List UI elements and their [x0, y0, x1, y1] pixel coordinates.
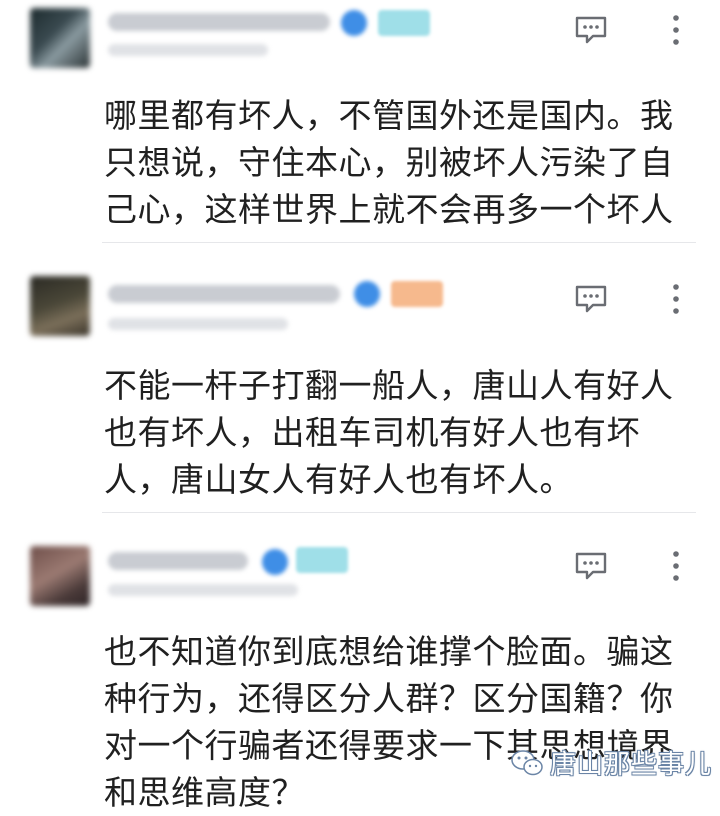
comment-reply-icon[interactable]	[574, 15, 608, 45]
timestamp-blurred	[108, 44, 268, 56]
comment-reply-icon[interactable]	[574, 284, 608, 314]
verified-badge-icon	[354, 281, 380, 307]
level-badge	[296, 547, 348, 573]
more-vertical-icon[interactable]	[666, 282, 686, 316]
timestamp-blurred	[108, 318, 288, 330]
comment-text: 不能一杆子打翻一船人，唐山人有好人也有坏人，出租车司机有好人也有坏人，唐山女人有…	[104, 366, 674, 499]
username-blurred[interactable]	[108, 13, 330, 31]
verified-badge-icon	[341, 10, 367, 36]
divider	[102, 512, 696, 513]
comment-text: 哪里都有坏人，不管国外还是国内。我只想说，守住本心，别被坏人污染了自己心，这样世…	[104, 96, 674, 229]
wechat-logo-icon	[511, 749, 543, 775]
more-vertical-icon[interactable]	[666, 13, 686, 47]
timestamp-blurred	[108, 584, 298, 596]
comment-reply-icon[interactable]	[574, 551, 608, 581]
username-blurred[interactable]	[108, 285, 340, 303]
comment-text: 也不知道你到底想给谁撑个脸面。骗这种行为，还得区分人群？区分国籍？你对一个行骗者…	[104, 632, 674, 812]
more-vertical-icon[interactable]	[666, 549, 686, 583]
divider	[102, 242, 696, 243]
watermark-text: 唐山那些事儿	[549, 750, 712, 780]
watermark: 唐山那些事儿	[510, 744, 712, 781]
user-avatar[interactable]	[30, 276, 90, 336]
comment-item: 哪里都有坏人，不管国外还是国内。我只想说，守住本心，别被坏人污染了自己心，这样世…	[0, 0, 720, 242]
comment-item: 不能一杆子打翻一船人，唐山人有好人也有坏人，出租车司机有好人也有坏人，唐山女人有…	[0, 270, 720, 512]
username-blurred[interactable]	[108, 552, 248, 570]
user-avatar[interactable]	[30, 8, 90, 68]
level-badge	[391, 281, 443, 307]
level-badge	[378, 10, 430, 36]
user-avatar[interactable]	[30, 546, 90, 606]
verified-badge-icon	[262, 549, 288, 575]
